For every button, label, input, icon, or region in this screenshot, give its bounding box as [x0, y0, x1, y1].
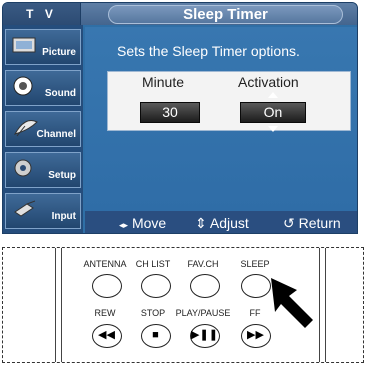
navigation-hints: ◂▸ Move ⇕ Adjust ↺ Return: [85, 211, 357, 233]
sleep-label: SLEEP: [240, 259, 270, 269]
chlist-button[interactable]: [141, 274, 171, 298]
adjust-hint: ⇕ Adjust: [195, 215, 249, 231]
menu-title: Sleep Timer: [108, 5, 343, 24]
up-down-arrows-icon: ⇕: [195, 215, 207, 231]
sidebar-item-sound[interactable]: Sound: [5, 70, 81, 106]
remote-control-illustration: ANTENNA CH LIST FAV.CH SLEEP REW STOP PL…: [2, 247, 364, 363]
play-pause-button[interactable]: ▶❚❚: [190, 324, 220, 348]
down-arrow-icon: [268, 126, 278, 132]
sidebar-item-picture[interactable]: Picture: [5, 29, 81, 65]
speaker-icon: [13, 76, 33, 96]
activation-header: Activation: [238, 74, 299, 90]
playpause-label: PLAY/PAUSE: [175, 308, 231, 318]
sidebar-item-input[interactable]: Input: [5, 193, 81, 229]
sidebar-item-label: Setup: [48, 170, 76, 181]
osd-header: T V Sleep Timer: [3, 3, 357, 25]
stop-icon: ■: [152, 329, 159, 341]
stop-button[interactable]: ■: [141, 324, 171, 348]
sleep-button[interactable]: [241, 274, 271, 298]
favch-label: FAV.CH: [187, 259, 219, 269]
favch-button[interactable]: [190, 274, 220, 298]
osd-window: T V Sleep Timer Picture Sound Channel Se…: [2, 2, 358, 234]
rew-button[interactable]: ◀◀: [92, 324, 122, 348]
sidebar-item-label: Input: [51, 211, 76, 222]
input-plug-icon: [14, 200, 36, 217]
remote-left-edge: [55, 248, 62, 362]
remote-right-edge: [319, 248, 326, 362]
left-right-arrows-icon: ◂▸: [119, 220, 129, 230]
gear-icon: [14, 159, 32, 177]
play-pause-icon: ▶❚❚: [191, 329, 218, 341]
fast-forward-icon: ▶▶: [247, 329, 264, 341]
ff-button[interactable]: ▶▶: [241, 324, 271, 348]
return-icon: ↺: [283, 215, 295, 231]
sidebar-item-label: Channel: [36, 129, 76, 140]
sidebar-item-channel[interactable]: Channel: [5, 111, 81, 147]
return-hint: ↺ Return: [283, 215, 341, 231]
sidebar: Picture Sound Channel Setup Input: [3, 25, 83, 233]
move-hint: ◂▸ Move: [119, 215, 167, 231]
sidebar-item-setup[interactable]: Setup: [5, 152, 81, 188]
tv-label: T V: [3, 3, 81, 25]
rewind-icon: ◀◀: [98, 329, 115, 341]
activation-value[interactable]: On: [240, 102, 306, 123]
antenna-button[interactable]: [92, 274, 122, 298]
minute-header: Minute: [142, 74, 185, 90]
up-arrow-icon: [268, 92, 278, 98]
minute-value[interactable]: 30: [140, 102, 200, 123]
pointer-arrow-icon: [271, 278, 313, 328]
picture-icon: [12, 37, 36, 53]
sleep-timer-options: Minute Activation 30 On: [107, 71, 351, 132]
sidebar-item-label: Sound: [44, 88, 76, 99]
settings-panel: Sets the Sleep Timer options. Minute Act…: [85, 27, 357, 211]
sidebar-item-label: Picture: [42, 47, 76, 58]
setting-description: Sets the Sleep Timer options.: [117, 43, 300, 59]
